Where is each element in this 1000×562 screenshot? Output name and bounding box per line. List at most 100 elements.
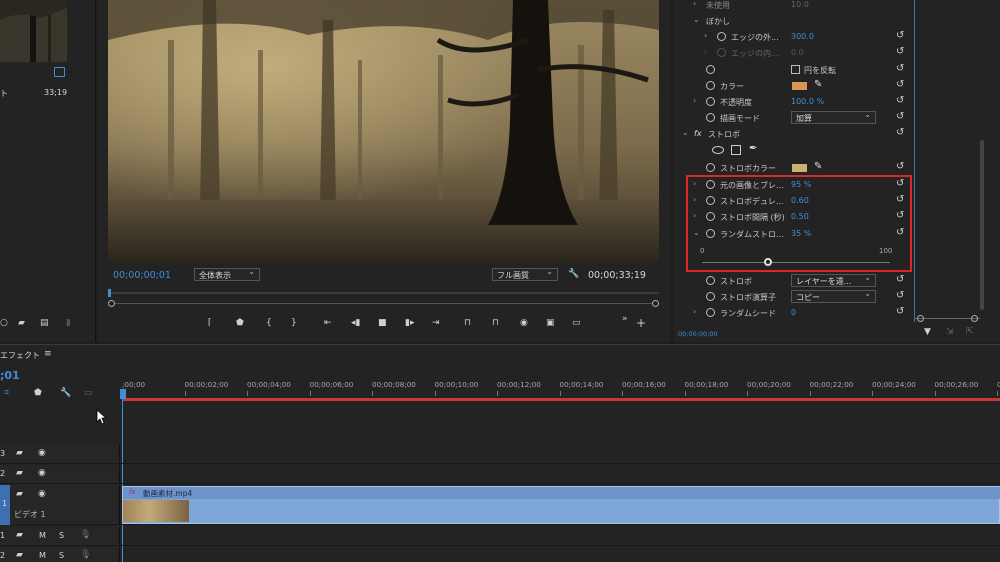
effect-row-blur[interactable]: ⌄ ぼかし	[674, 13, 914, 29]
row-value[interactable]: 0	[791, 308, 796, 317]
mute-button[interactable]: M	[39, 531, 46, 540]
audio-track-2[interactable]: 2 ▰ M S 🎙	[0, 547, 1000, 562]
comparison-view-icon[interactable]: ▣	[546, 318, 555, 328]
safe-margins-icon[interactable]: ▭	[572, 318, 581, 328]
mark-in-bracket-icon[interactable]: {	[266, 318, 272, 328]
eye-icon[interactable]: ◉	[38, 489, 46, 499]
effect-row-strobe-color[interactable]: ストロボカラー ✎ ↺	[674, 160, 914, 176]
reset-icon[interactable]: ↺	[896, 30, 904, 41]
project-thumbnail[interactable]	[0, 0, 67, 62]
reset-icon[interactable]: ↺	[896, 111, 904, 122]
stopwatch-icon[interactable]	[706, 276, 715, 285]
expand-icon[interactable]: ›	[704, 31, 707, 40]
monitor-playhead[interactable]	[108, 289, 111, 297]
effect-row-strobe-header[interactable]: ⌄ fx ストロボ ↺	[674, 126, 914, 142]
collapse-icon[interactable]: ⌄	[693, 15, 700, 24]
vertical-scrollbar[interactable]	[980, 140, 984, 310]
reset-icon[interactable]: ↺	[896, 306, 904, 317]
stopwatch-icon[interactable]	[706, 81, 715, 90]
video-clip[interactable]: fx 動画素材.mp4	[122, 486, 1000, 524]
sync-lock-icon[interactable]: ▰	[16, 448, 23, 458]
reset-icon[interactable]: ↺	[896, 127, 904, 138]
scroll-handle-right[interactable]	[652, 300, 659, 307]
effect-row-blend-mode[interactable]: 描画モード 加算 ↺	[674, 110, 914, 126]
effect-row-unused[interactable]: › 未使用 10.0	[674, 0, 914, 13]
stopwatch-icon[interactable]	[717, 32, 726, 41]
effect-row-color[interactable]: カラー ✎ ↺	[674, 78, 914, 94]
panel-export-icon[interactable]: ⇱	[966, 327, 974, 337]
color-swatch[interactable]	[792, 82, 807, 90]
eyedropper-icon[interactable]: ✎	[814, 79, 822, 90]
blend-mode-select[interactable]: 加算	[791, 110, 876, 124]
mini-scroll-right[interactable]	[971, 315, 978, 322]
mute-button[interactable]: M	[39, 551, 46, 560]
clip-fx-badge[interactable]: fx	[129, 488, 136, 496]
stopwatch-icon[interactable]	[717, 48, 726, 57]
strobe-mode-select[interactable]: レイヤーを違...	[791, 273, 876, 287]
stop-icon[interactable]: ■	[378, 318, 387, 328]
microphone-icon[interactable]: 🎙	[80, 550, 91, 560]
effect-row-edge-outer[interactable]: › エッジの外... 300.0 ↺	[674, 29, 914, 45]
eye-icon[interactable]: ◉	[38, 448, 46, 458]
invert-checkbox[interactable]	[791, 65, 800, 74]
stopwatch-icon[interactable]	[706, 65, 715, 74]
effect-row-edge-inner[interactable]: › エッジの内... 0.0 ↺	[674, 45, 914, 61]
reset-icon[interactable]: ↺	[896, 95, 904, 106]
row-value[interactable]: 300.0	[791, 32, 814, 41]
lift-icon[interactable]: ⊓	[464, 318, 471, 328]
panel-menu-icon[interactable]: ≡	[44, 349, 52, 359]
sync-lock-icon[interactable]: ▰	[16, 489, 23, 499]
row-value[interactable]: 0.0	[791, 48, 804, 57]
ellipse-mask-icon[interactable]	[712, 146, 724, 154]
effect-row-random-seed[interactable]: › ランダムシード 0 ↺	[674, 305, 914, 321]
export-frame-icon[interactable]: ◉	[520, 318, 528, 328]
monitor-scroll-track[interactable]	[108, 303, 659, 304]
stopwatch-icon[interactable]	[706, 163, 715, 172]
video-track-1[interactable]: 1 ▰ ◉ ビデオ 1 fx 動画素材.mp4	[0, 485, 1000, 525]
expand-icon[interactable]: ›	[704, 47, 707, 56]
timeline-playhead[interactable]	[120, 389, 126, 399]
stopwatch-icon[interactable]	[706, 308, 715, 317]
strobe-color-swatch[interactable]	[792, 164, 807, 172]
overflow-menu-icon[interactable]: »	[622, 314, 628, 324]
work-area-bar[interactable]	[122, 398, 1000, 401]
add-marker-icon[interactable]: ⬟	[34, 388, 42, 398]
extract-icon[interactable]: ⊓	[492, 318, 499, 328]
expand-icon[interactable]: ›	[693, 0, 696, 8]
new-bin-icon[interactable]: ▰	[18, 318, 25, 328]
new-item-icon[interactable]: ▤	[40, 318, 49, 328]
sync-lock-icon[interactable]: ▰	[16, 530, 23, 540]
playback-quality-select[interactable]: フル画質	[492, 267, 558, 281]
reset-icon[interactable]: ↺	[896, 63, 904, 74]
playhead-timecode[interactable]: 00;00;00;01	[113, 270, 171, 281]
stopwatch-icon[interactable]	[706, 97, 715, 106]
rectangle-mask-icon[interactable]	[731, 145, 741, 155]
reset-icon[interactable]: ↺	[896, 161, 904, 172]
captions-icon[interactable]: ▭	[84, 388, 93, 398]
eyedropper-icon[interactable]: ✎	[814, 161, 822, 172]
step-back-icon[interactable]: ◂▮	[351, 318, 360, 328]
reset-icon[interactable]: ↺	[896, 290, 904, 301]
snap-icon[interactable]: ⌗	[4, 388, 9, 398]
search-icon[interactable]: ○	[0, 318, 8, 328]
microphone-icon[interactable]: 🎙	[80, 530, 91, 540]
stopwatch-icon[interactable]	[706, 292, 715, 301]
video-track-2[interactable]: 2 ▰ ◉	[0, 465, 1000, 484]
expand-icon[interactable]: ›	[693, 96, 696, 105]
mark-in-icon[interactable]: ⌈	[208, 318, 212, 328]
effect-controls-timecode[interactable]: 00;00;00;00	[678, 330, 718, 338]
mark-out-bracket-icon[interactable]: }	[291, 318, 297, 328]
collapse-icon[interactable]: ⌄	[682, 128, 689, 137]
add-marker-icon[interactable]: ⬟	[236, 318, 244, 328]
solo-button[interactable]: S	[59, 551, 64, 560]
pen-mask-icon[interactable]: ✒	[749, 143, 757, 154]
effect-row-strobe[interactable]: ストロボ レイヤーを違... ↺	[674, 273, 914, 289]
effect-row-strobe-op[interactable]: ストロボ演算子 コピー ↺	[674, 289, 914, 305]
timeline-timecode[interactable]: ;01	[0, 369, 20, 382]
export-icon[interactable]: ⇲	[946, 327, 954, 337]
go-to-in-icon[interactable]: ⇤	[324, 318, 332, 328]
reset-icon[interactable]: ↺	[896, 274, 904, 285]
effect-row-opacity[interactable]: › 不透明度 100.0 % ↺	[674, 94, 914, 110]
video-track-3[interactable]: 3 ▰ ◉	[0, 445, 1000, 464]
monitor-time-ruler[interactable]	[108, 292, 659, 294]
